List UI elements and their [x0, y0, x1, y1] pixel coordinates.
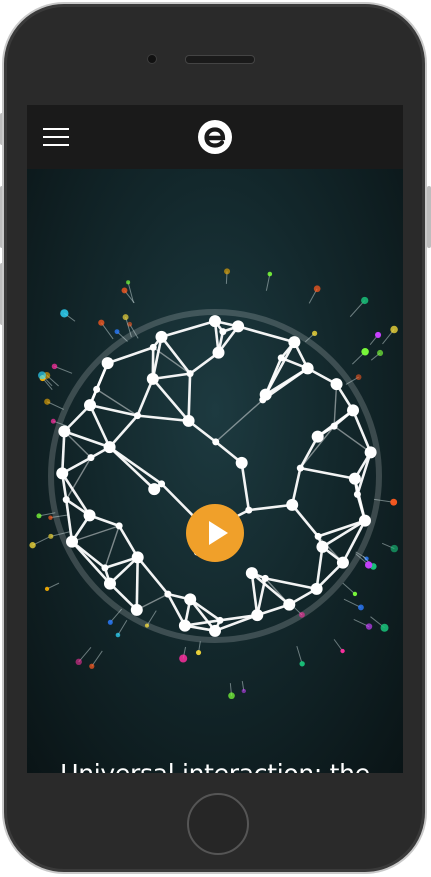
phone-screen: Universal interaction: the new S-curve — [27, 105, 403, 773]
network-sphere-illustration — [29, 268, 399, 700]
video-title[interactable]: Universal interaction: the new S-curve — [37, 759, 393, 773]
e-logo-icon[interactable] — [198, 120, 232, 154]
hamburger-menu-icon[interactable] — [43, 128, 69, 146]
power-button — [427, 186, 431, 248]
home-button[interactable] — [187, 793, 249, 855]
hero-video[interactable]: Universal interaction: the new S-curve — [27, 169, 403, 773]
front-camera — [147, 54, 157, 64]
earpiece-speaker — [185, 55, 255, 64]
play-video-button[interactable] — [186, 504, 244, 562]
top-navigation-bar — [27, 105, 403, 169]
play-icon — [209, 521, 228, 545]
